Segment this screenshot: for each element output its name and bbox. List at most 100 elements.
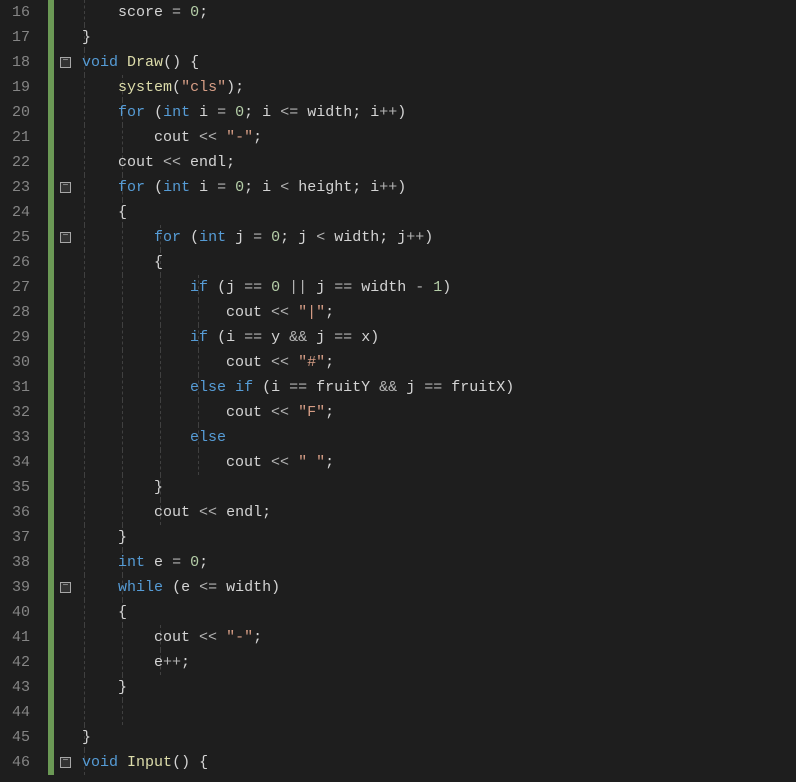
code-line[interactable]: } bbox=[82, 725, 796, 750]
line-number: 34 bbox=[0, 450, 30, 475]
line-number: 16 bbox=[0, 0, 30, 25]
code-line[interactable]: cout << endl; bbox=[82, 150, 796, 175]
code-text: cout << endl; bbox=[82, 504, 271, 521]
code-line[interactable]: score = 0; bbox=[82, 0, 796, 25]
code-line[interactable] bbox=[82, 700, 796, 725]
code-line[interactable]: cout << "#"; bbox=[82, 350, 796, 375]
code-line[interactable]: } bbox=[82, 475, 796, 500]
code-text: } bbox=[82, 29, 91, 46]
code-text: for (int i = 0; i < height; i++) bbox=[82, 179, 406, 196]
line-number: 37 bbox=[0, 525, 30, 550]
code-area[interactable]: score = 0;}void Draw() { system("cls"); … bbox=[80, 0, 796, 782]
code-text: e++; bbox=[82, 654, 190, 671]
line-number: 22 bbox=[0, 150, 30, 175]
code-line[interactable]: cout << "F"; bbox=[82, 400, 796, 425]
code-line[interactable]: if (j == 0 || j == width - 1) bbox=[82, 275, 796, 300]
code-line[interactable]: } bbox=[82, 25, 796, 50]
code-text: while (e <= width) bbox=[82, 579, 280, 596]
code-text: if (j == 0 || j == width - 1) bbox=[82, 279, 451, 296]
code-text: cout << " "; bbox=[82, 454, 334, 471]
line-number: 17 bbox=[0, 25, 30, 50]
line-number: 23 bbox=[0, 175, 30, 200]
code-line[interactable]: { bbox=[82, 600, 796, 625]
line-number: 31 bbox=[0, 375, 30, 400]
line-number: 26 bbox=[0, 250, 30, 275]
line-number: 41 bbox=[0, 625, 30, 650]
code-line[interactable]: } bbox=[82, 525, 796, 550]
line-number: 18 bbox=[0, 50, 30, 75]
line-number: 45 bbox=[0, 725, 30, 750]
code-text: { bbox=[82, 604, 127, 621]
line-number: 38 bbox=[0, 550, 30, 575]
fold-toggle-icon[interactable]: − bbox=[60, 57, 71, 68]
line-number: 20 bbox=[0, 100, 30, 125]
code-text: score = 0; bbox=[82, 4, 208, 21]
line-number: 39 bbox=[0, 575, 30, 600]
code-line[interactable]: } bbox=[82, 675, 796, 700]
code-text: for (int i = 0; i <= width; i++) bbox=[82, 104, 406, 121]
code-line[interactable]: cout << "-"; bbox=[82, 125, 796, 150]
code-text: else bbox=[82, 429, 226, 446]
line-number: 40 bbox=[0, 600, 30, 625]
line-number: 43 bbox=[0, 675, 30, 700]
code-line[interactable]: if (i == y && j == x) bbox=[82, 325, 796, 350]
code-text: cout << "F"; bbox=[82, 404, 334, 421]
line-number: 33 bbox=[0, 425, 30, 450]
code-text: } bbox=[82, 729, 91, 746]
fold-toggle-icon[interactable]: − bbox=[60, 582, 71, 593]
line-number: 25 bbox=[0, 225, 30, 250]
line-number: 24 bbox=[0, 200, 30, 225]
code-line[interactable]: cout << endl; bbox=[82, 500, 796, 525]
code-text: void Input() { bbox=[82, 754, 208, 771]
code-line[interactable]: void Input() { bbox=[82, 750, 796, 775]
line-number: 42 bbox=[0, 650, 30, 675]
code-text: { bbox=[82, 254, 163, 271]
code-text: } bbox=[82, 479, 163, 496]
code-editor: 1617181920212223242526272829303132333435… bbox=[0, 0, 796, 782]
code-line[interactable]: cout << "|"; bbox=[82, 300, 796, 325]
line-number: 30 bbox=[0, 350, 30, 375]
indent-guide bbox=[84, 700, 85, 725]
code-text: { bbox=[82, 204, 127, 221]
change-marker bbox=[48, 0, 54, 775]
code-line[interactable]: while (e <= width) bbox=[82, 575, 796, 600]
code-text: cout << "-"; bbox=[82, 629, 262, 646]
line-number: 27 bbox=[0, 275, 30, 300]
code-line[interactable]: e++; bbox=[82, 650, 796, 675]
code-line[interactable]: int e = 0; bbox=[82, 550, 796, 575]
code-line[interactable]: system("cls"); bbox=[82, 75, 796, 100]
fold-toggle-icon[interactable]: − bbox=[60, 757, 71, 768]
code-line[interactable]: for (int i = 0; i <= width; i++) bbox=[82, 100, 796, 125]
fold-toggle-icon[interactable]: − bbox=[60, 232, 71, 243]
code-line[interactable]: else bbox=[82, 425, 796, 450]
code-text: cout << "|"; bbox=[82, 304, 334, 321]
code-text: else if (i == fruitY && j == fruitX) bbox=[82, 379, 514, 396]
code-line[interactable]: { bbox=[82, 250, 796, 275]
code-line[interactable]: cout << " "; bbox=[82, 450, 796, 475]
fold-toggle-icon[interactable]: − bbox=[60, 182, 71, 193]
code-line[interactable]: void Draw() { bbox=[82, 50, 796, 75]
line-number: 44 bbox=[0, 700, 30, 725]
code-line[interactable]: for (int j = 0; j < width; j++) bbox=[82, 225, 796, 250]
code-text: } bbox=[82, 679, 127, 696]
line-number: 21 bbox=[0, 125, 30, 150]
vertical-scrollbar[interactable] bbox=[781, 0, 796, 782]
code-text: system("cls"); bbox=[82, 79, 244, 96]
code-text: int e = 0; bbox=[82, 554, 208, 571]
code-line[interactable]: cout << "-"; bbox=[82, 625, 796, 650]
line-number: 35 bbox=[0, 475, 30, 500]
code-text: if (i == y && j == x) bbox=[82, 329, 379, 346]
code-line[interactable]: for (int i = 0; i < height; i++) bbox=[82, 175, 796, 200]
code-line[interactable]: else if (i == fruitY && j == fruitX) bbox=[82, 375, 796, 400]
line-number-gutter: 1617181920212223242526272829303132333435… bbox=[0, 0, 48, 782]
code-text: cout << endl; bbox=[82, 154, 235, 171]
line-number: 19 bbox=[0, 75, 30, 100]
code-text: cout << "#"; bbox=[82, 354, 334, 371]
line-number: 29 bbox=[0, 325, 30, 350]
line-number: 32 bbox=[0, 400, 30, 425]
code-text: for (int j = 0; j < width; j++) bbox=[82, 229, 433, 246]
indent-guide bbox=[122, 700, 123, 725]
code-text: cout << "-"; bbox=[82, 129, 262, 146]
code-line[interactable]: { bbox=[82, 200, 796, 225]
line-number: 28 bbox=[0, 300, 30, 325]
